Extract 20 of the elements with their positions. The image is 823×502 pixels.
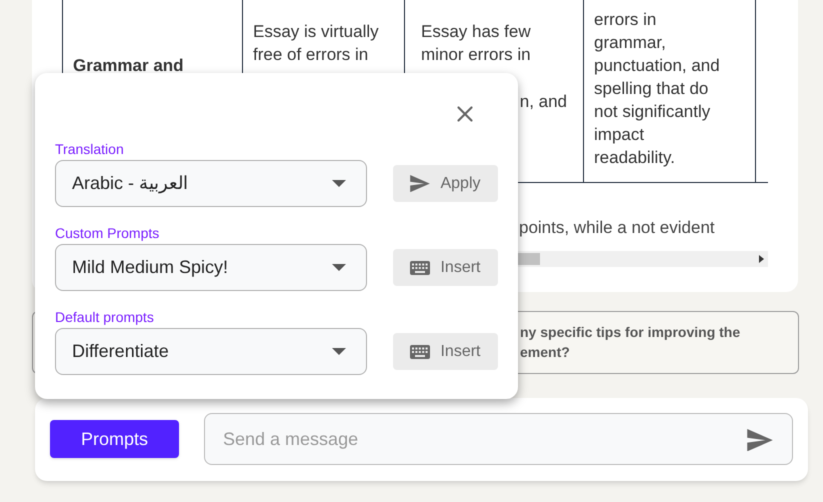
keyboard-icon xyxy=(410,260,430,274)
section-label: Default prompts xyxy=(55,308,155,327)
dropdown-select[interactable]: Mild Medium Spicy! xyxy=(55,244,367,291)
dropdown-select[interactable]: Arabic - العربية xyxy=(55,160,367,207)
dropdown-caret-icon xyxy=(332,180,346,188)
scroll-right-arrow-icon[interactable] xyxy=(759,254,764,262)
send-icon xyxy=(410,174,430,192)
action-button[interactable]: Insert xyxy=(393,249,498,286)
dropdown-caret-icon xyxy=(332,348,346,356)
prompts-button[interactable]: Prompts xyxy=(50,420,179,458)
table-cell: errors in grammar, punctuation, and spelling that do not significantly impact readability. xyxy=(583,0,755,182)
section-label: Custom Prompts xyxy=(55,224,160,243)
dropdown-caret-icon xyxy=(332,264,346,272)
send-icon xyxy=(747,429,773,452)
action-button[interactable]: Insert xyxy=(393,333,498,370)
keyboard-icon xyxy=(410,344,430,358)
dropdown-select[interactable]: Differentiate xyxy=(55,328,367,375)
action-button[interactable]: Apply xyxy=(393,165,498,202)
paragraph-text: points, while a not evident xyxy=(519,217,716,239)
message-input[interactable]: Send a message xyxy=(204,413,793,465)
